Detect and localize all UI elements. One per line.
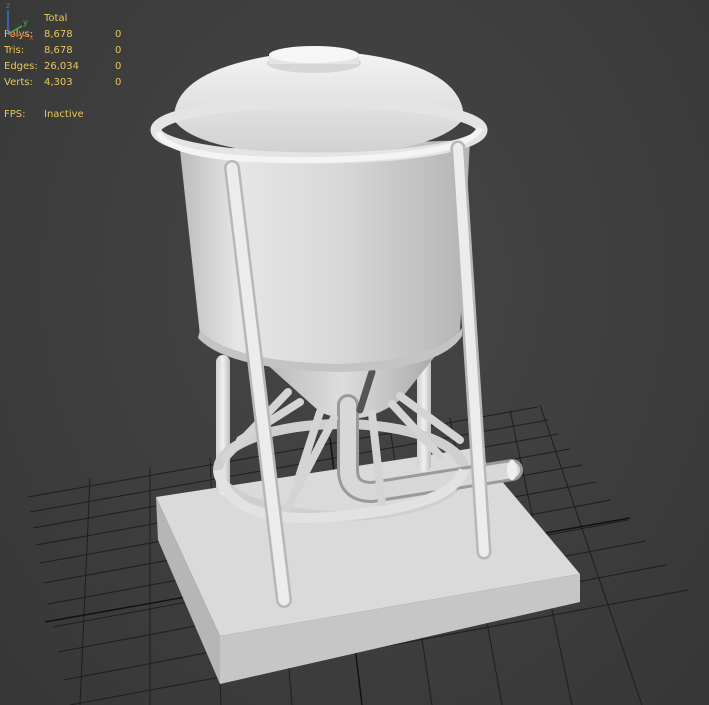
x-axis-label: x [29,33,34,42]
x-axis-line [7,33,29,37]
y-axis-line [7,25,23,35]
scene-canvas[interactable] [0,0,709,705]
tank-body [180,140,470,365]
viewport-3d[interactable]: Total Polys: 8,678 0 Tris: 8,678 0 Edges… [0,0,709,705]
z-axis-label: z [6,1,10,10]
axis-gizmo-icon: z x y [6,1,34,42]
y-axis-label: y [23,18,28,27]
stats-header: Total [44,13,68,24]
